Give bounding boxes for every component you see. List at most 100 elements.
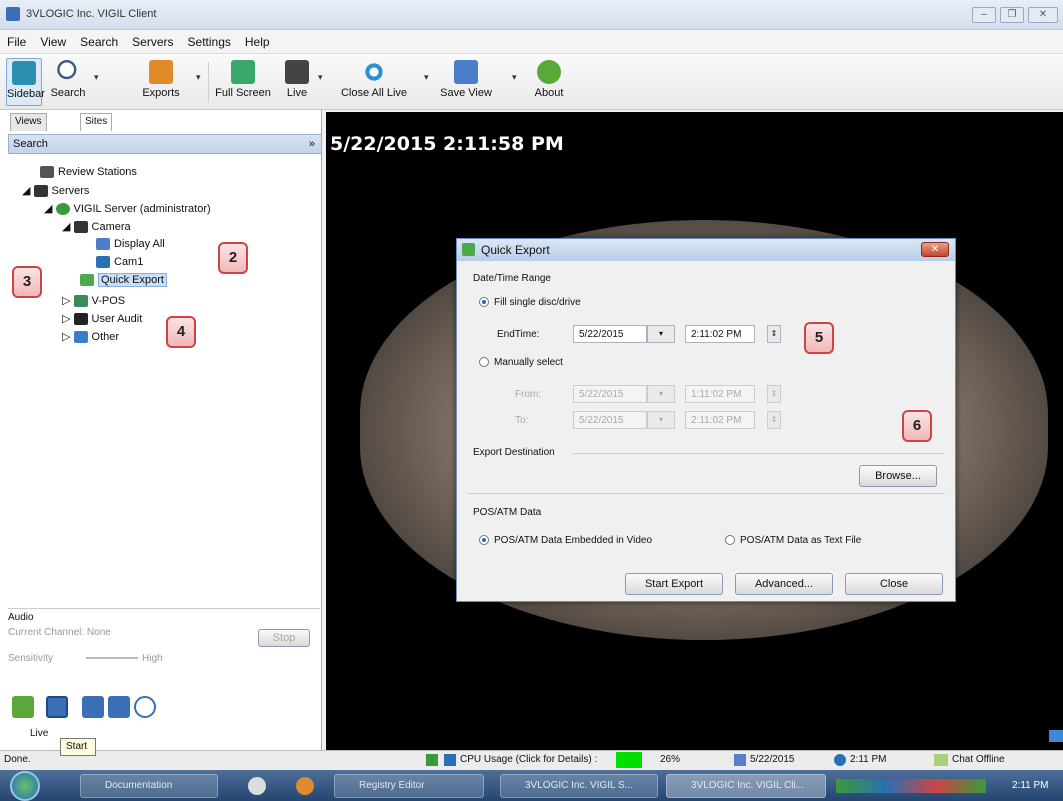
about-label: About xyxy=(534,87,564,99)
from-date-picker-icon[interactable]: ▾ xyxy=(647,385,675,403)
taskbar-item-documentation[interactable]: Documentation xyxy=(80,774,218,798)
to-label: To: xyxy=(515,415,529,426)
title-bar: 3VLOGIC Inc. VIGIL Client – ❐ ✕ xyxy=(0,0,1063,30)
about-button[interactable]: About xyxy=(526,58,572,106)
search-button[interactable]: Search xyxy=(48,58,88,106)
from-time-spinner-icon[interactable]: ⇕ xyxy=(767,385,781,403)
cpu-icon xyxy=(444,754,456,766)
tree-quick-export[interactable]: Quick Export xyxy=(80,273,167,287)
playback-mode-icon[interactable] xyxy=(108,696,130,718)
endtime-time-spinner-icon[interactable]: ⇕ xyxy=(767,325,781,343)
system-tray-icons[interactable] xyxy=(836,779,986,793)
menu-view[interactable]: View xyxy=(33,30,73,54)
maximize-button[interactable]: ❐ xyxy=(1000,7,1024,23)
windows-start-icon[interactable] xyxy=(10,771,40,801)
tab-views[interactable]: Views xyxy=(10,113,47,131)
from-date-field[interactable]: 5/22/2015 xyxy=(573,385,647,403)
pause-icon[interactable] xyxy=(134,696,156,718)
search-dropdown-icon[interactable]: ▾ xyxy=(94,72,99,83)
save-view-dropdown-icon[interactable]: ▾ xyxy=(512,72,517,83)
close-all-live-dropdown-icon[interactable]: ▾ xyxy=(424,72,429,83)
taskbar-item-vigil-client[interactable]: 3VLOGIC Inc. VIGIL Cli... xyxy=(666,774,826,798)
user-audit-icon xyxy=(73,313,88,326)
menu-settings[interactable]: Settings xyxy=(181,30,238,54)
browse-button[interactable]: Browse... xyxy=(859,465,937,487)
collapse-icon[interactable]: » xyxy=(309,138,315,150)
fill-single-radio[interactable]: Fill single disc/drive xyxy=(479,297,581,308)
save-view-icon xyxy=(454,60,478,84)
window-title: 3VLOGIC Inc. VIGIL Client xyxy=(26,8,157,20)
chat-status[interactable]: Chat Offline xyxy=(952,754,1005,765)
divider xyxy=(467,493,945,494)
radio-unchecked-icon xyxy=(479,357,489,368)
live-dropdown-icon[interactable]: ▾ xyxy=(318,72,323,83)
export-destination-label: Export Destination xyxy=(473,447,555,458)
quick-export-label: Quick Export xyxy=(98,273,167,287)
grid-mode-icon[interactable] xyxy=(82,696,104,718)
taskbar-item-registry-editor[interactable]: Registry Editor xyxy=(334,774,484,798)
search-bar[interactable]: Search » xyxy=(8,134,322,154)
magnifier-icon xyxy=(56,60,80,84)
pm-mode-icon[interactable] xyxy=(46,696,68,718)
tree-user-audit[interactable]: ▷ User Audit xyxy=(62,312,142,326)
endtime-date-field[interactable]: 5/22/2015 xyxy=(573,325,647,343)
tree-review-stations[interactable]: Review Stations xyxy=(40,166,137,179)
from-label: From: xyxy=(515,389,542,400)
tree-servers[interactable]: ◢ Servers xyxy=(22,184,89,198)
tree-camera[interactable]: ◢ Camera xyxy=(62,220,131,234)
fullscreen-button[interactable]: Full Screen xyxy=(214,58,272,106)
tree-display-all[interactable]: Display All xyxy=(96,238,165,251)
sidebar-button[interactable]: Sidebar xyxy=(6,58,45,106)
live-tab[interactable]: Live xyxy=(30,728,48,739)
to-time-field[interactable]: 2:11:02 PM xyxy=(685,411,755,429)
tree-vpos[interactable]: ▷ V-POS xyxy=(62,294,126,308)
audio-stop-button[interactable]: Stop xyxy=(258,629,310,647)
audio-panel: Audio Current Channel: None Stop Sensiti… xyxy=(8,608,320,678)
sensitivity-slider[interactable] xyxy=(86,657,138,659)
menu-file[interactable]: File xyxy=(0,30,33,54)
advanced-button[interactable]: Advanced... xyxy=(735,573,833,595)
status-date: 5/22/2015 xyxy=(750,754,795,765)
close-button[interactable]: Close xyxy=(845,573,943,595)
other-label: Other xyxy=(91,331,120,343)
menu-servers[interactable]: Servers xyxy=(125,30,180,54)
taskbar-item-vigil-server[interactable]: 3VLOGIC Inc. VIGIL S... xyxy=(500,774,658,798)
taskbar-app-icon[interactable] xyxy=(296,777,314,795)
from-time-field[interactable]: 1:11:02 PM xyxy=(685,385,755,403)
pos-textfile-radio[interactable]: POS/ATM Data as Text File xyxy=(725,535,861,546)
collapse-panel-icon[interactable] xyxy=(1049,730,1063,742)
vpos-icon xyxy=(73,295,88,308)
to-date-picker-icon[interactable]: ▾ xyxy=(647,411,675,429)
minimize-button[interactable]: – xyxy=(972,7,996,23)
pos-embedded-radio[interactable]: POS/ATM Data Embedded in Video xyxy=(479,535,652,546)
taskbar-app-icon[interactable] xyxy=(248,777,266,795)
cam1-label: Cam1 xyxy=(114,256,144,268)
exports-button[interactable]: Exports xyxy=(134,58,188,106)
vpos-label: V-POS xyxy=(91,295,126,307)
manual-select-radio[interactable]: Manually select xyxy=(479,357,563,368)
menu-help[interactable]: Help xyxy=(238,30,277,54)
fullscreen-label: Full Screen xyxy=(215,87,271,99)
to-time-spinner-icon[interactable]: ⇕ xyxy=(767,411,781,429)
exports-dropdown-icon[interactable]: ▾ xyxy=(196,72,201,83)
close-all-live-button[interactable]: Close All Live xyxy=(336,58,412,106)
save-view-button[interactable]: Save View xyxy=(436,58,496,106)
endtime-time-field[interactable]: 2:11:02 PM xyxy=(685,325,755,343)
tree-vigil-server[interactable]: ◢ VIGIL Server (administrator) xyxy=(44,202,211,216)
menu-search[interactable]: Search xyxy=(73,30,125,54)
tree-other[interactable]: ▷ Other xyxy=(62,330,120,344)
vigil-server-label: VIGIL Server (administrator) xyxy=(73,203,211,215)
radio-checked-icon xyxy=(479,535,489,546)
tab-sites[interactable]: Sites xyxy=(80,113,113,131)
close-window-button[interactable]: ✕ xyxy=(1028,7,1058,23)
cpu-usage-label[interactable]: CPU Usage (Click for Details) : xyxy=(460,754,597,765)
tree-cam1[interactable]: Cam1 xyxy=(96,256,144,269)
taskbar-clock[interactable]: 2:11 PM xyxy=(1012,780,1049,791)
start-tooltip: Start xyxy=(60,738,96,756)
export-mode-icon[interactable] xyxy=(12,696,34,718)
endtime-date-picker-icon[interactable]: ▾ xyxy=(647,325,675,343)
dialog-close-icon[interactable]: ✕ xyxy=(921,242,949,257)
start-export-button[interactable]: Start Export xyxy=(625,573,723,595)
live-button[interactable]: Live xyxy=(280,58,314,106)
to-date-field[interactable]: 5/22/2015 xyxy=(573,411,647,429)
